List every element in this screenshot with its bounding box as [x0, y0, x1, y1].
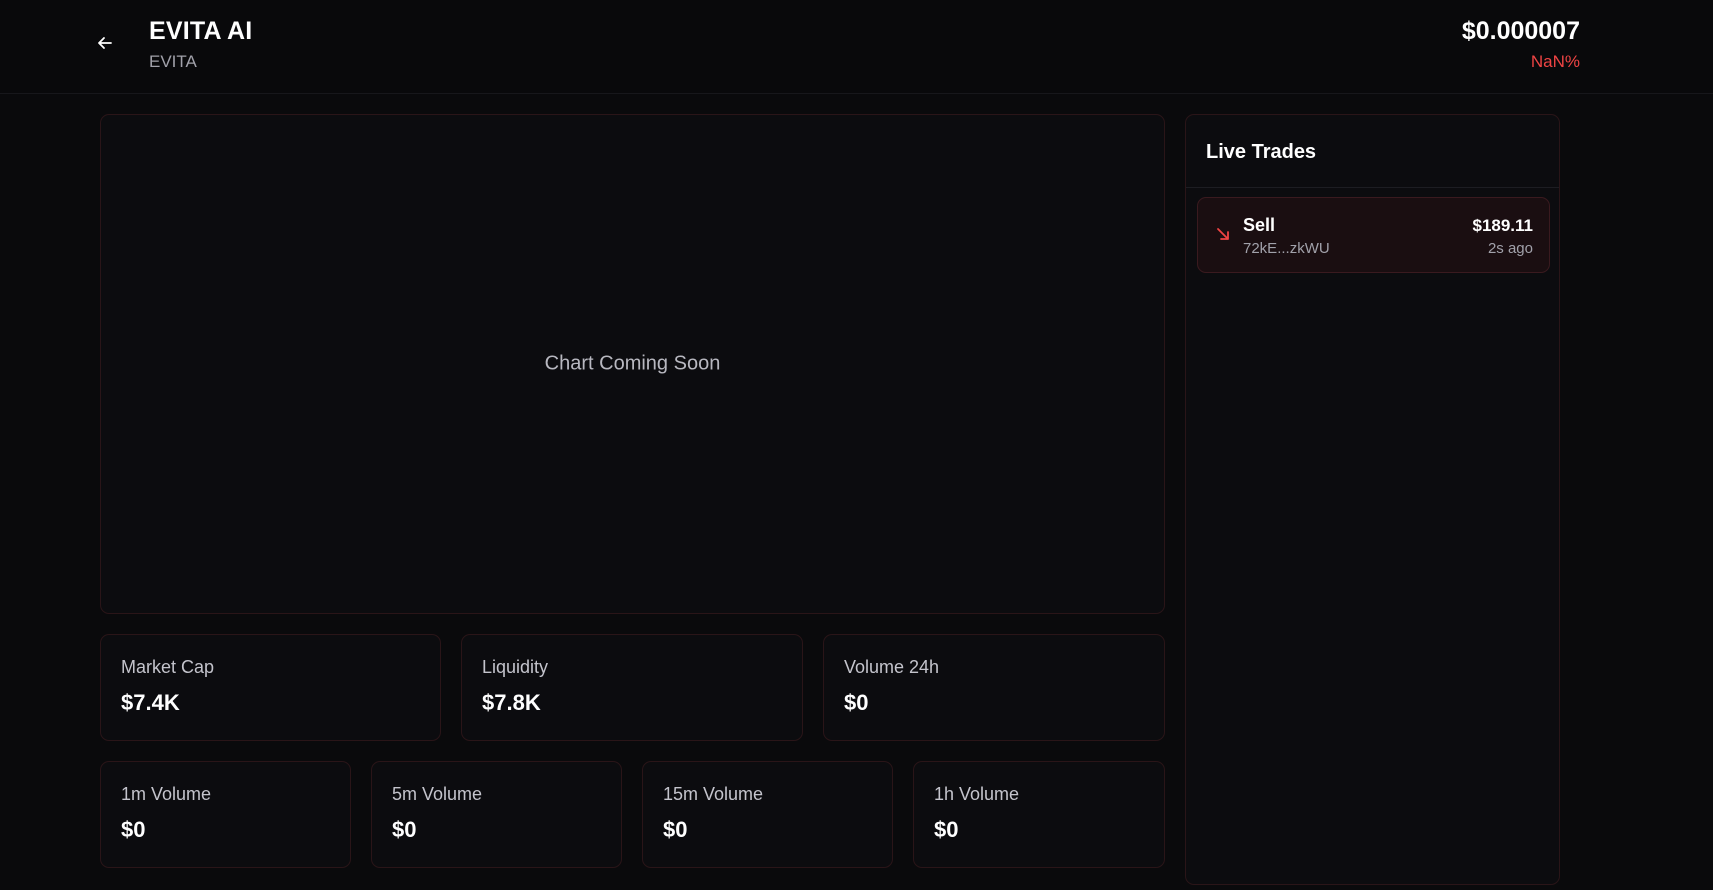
stat-card-liquidity: Liquidity $7.8K [461, 634, 803, 741]
stat-label: 15m Volume [663, 784, 764, 804]
stat-label: Market Cap [121, 657, 215, 677]
chart-panel: Chart Coming Soon [100, 114, 1165, 614]
arrow-down-right-icon [1217, 228, 1229, 240]
stat-value: $0 [663, 817, 688, 842]
stat-label: 5m Volume [392, 784, 483, 804]
divider [1186, 187, 1559, 188]
chart-placeholder: Chart Coming Soon [544, 352, 721, 375]
stat-card-15m-volume: 15m Volume $0 [642, 761, 893, 868]
token-header: EVITA AI EVITA $0.000007 NaN% [0, 0, 1713, 94]
trade-time: 2s ago [1487, 240, 1533, 257]
stat-card-volume-24h: Volume 24h $0 [823, 634, 1165, 741]
stat-label: 1h Volume [934, 784, 1020, 804]
live-trades-title: Live Trades [1206, 141, 1317, 163]
stat-label: Volume 24h [844, 657, 940, 677]
stat-value: $0 [844, 690, 869, 715]
stat-value: $0 [121, 817, 146, 842]
price-change: NaN% [1530, 52, 1580, 71]
stat-card-market-cap: Market Cap $7.4K [100, 634, 441, 741]
stat-label: 1m Volume [121, 784, 212, 804]
stat-card-5m-volume: 5m Volume $0 [371, 761, 622, 868]
trade-amount: $189.11 [1472, 216, 1533, 235]
token-name: EVITA AI [149, 17, 253, 45]
back-button[interactable] [92, 30, 118, 56]
live-trades-panel[interactable]: Live Trades Sell 72kE...zkWU $189.11 2s … [1185, 114, 1560, 885]
stat-value: $0 [934, 817, 959, 842]
stat-card-1m-volume: 1m Volume $0 [100, 761, 351, 868]
stat-value: $0 [392, 817, 417, 842]
trade-row[interactable]: Sell 72kE...zkWU $189.11 2s ago [1197, 197, 1550, 273]
stat-value: $7.8K [482, 690, 541, 715]
stat-label: Liquidity [482, 657, 549, 677]
stat-card-1h-volume: 1h Volume $0 [913, 761, 1165, 868]
trade-address[interactable]: 72kE...zkWU [1243, 240, 1330, 257]
stat-value: $7.4K [121, 690, 180, 715]
token-symbol: EVITA [149, 52, 197, 71]
arrow-left-icon [98, 37, 112, 49]
token-price: $0.000007 [1461, 17, 1580, 45]
trade-type: Sell [1243, 215, 1276, 235]
